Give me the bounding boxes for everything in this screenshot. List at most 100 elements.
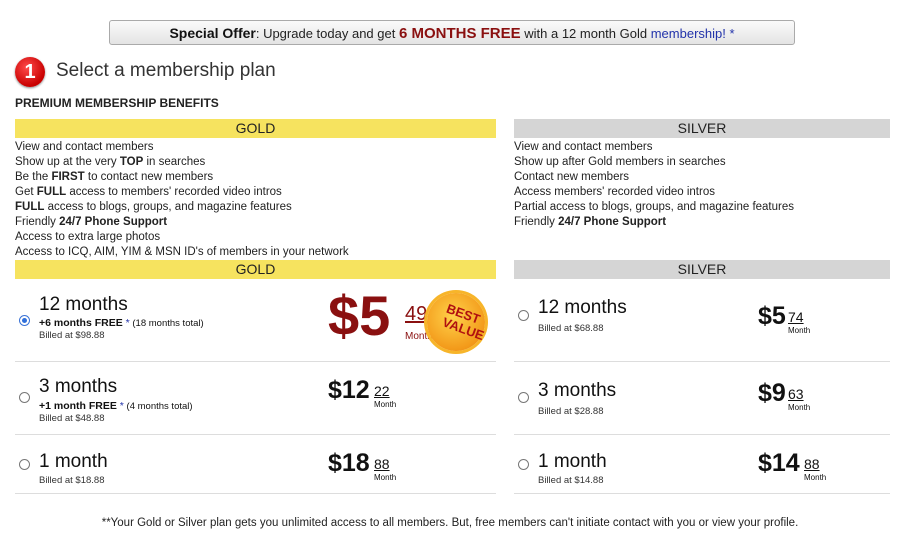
benefit-item: Friendly 24/7 Phone Support: [15, 215, 496, 230]
price-per: Month: [788, 326, 811, 335]
price-cents: 74: [788, 309, 804, 325]
billed-amount: Billed at $14.88: [538, 475, 604, 486]
benefit-item: View and contact members: [514, 140, 890, 155]
plan-duration: 12 months: [538, 297, 627, 318]
plan-radio[interactable]: [19, 392, 30, 403]
free-text: +1 month FREE: [39, 400, 117, 412]
gold-plan-12-months[interactable]: 12 months +6 months FREE * (18 months tot…: [15, 279, 496, 362]
special-offer-banner: Special Offer: Upgrade today and get 6 M…: [109, 20, 795, 45]
price-per: Month: [804, 473, 827, 482]
price-cents: 49: [405, 303, 428, 325]
plan-duration: 12 months: [39, 294, 128, 315]
benefit-item: Contact new members: [514, 170, 890, 185]
benefit-text: to contact new members: [84, 171, 214, 183]
benefit-text: View and contact members: [15, 141, 154, 153]
price-dollars: $18: [328, 449, 370, 477]
price-cents: 22: [374, 383, 390, 399]
benefit-text: access to blogs, groups, and magazine fe…: [44, 201, 292, 213]
benefit-emphasis: 24/7 Phone Support: [59, 216, 168, 228]
silver-plan-1-month[interactable]: 1 month Billed at $14.88 $14 88 Month: [514, 435, 890, 494]
plan-radio[interactable]: [518, 459, 529, 470]
benefits-title: PREMIUM MEMBERSHIP BENEFITS: [15, 96, 219, 110]
page-title: Select a membership plan: [56, 60, 276, 81]
free-text: +6 months FREE: [39, 317, 123, 329]
silver-benefits-list: View and contact members Show up after Go…: [514, 140, 890, 260]
benefit-text: in searches: [143, 156, 206, 168]
billed-amount: Billed at $48.88: [39, 413, 105, 424]
total-months: (18 months total): [129, 318, 204, 329]
plan-duration: 1 month: [39, 451, 108, 472]
offer-asterisk[interactable]: *: [726, 26, 734, 41]
benefit-text: Friendly: [514, 216, 559, 228]
plan-free-bonus: +1 month FREE * (4 months total): [39, 400, 193, 412]
billed-amount: Billed at $98.88: [39, 330, 105, 341]
benefit-text: Get: [15, 186, 37, 198]
price-cents: 63: [788, 386, 804, 402]
benefit-text: View and contact members: [514, 141, 653, 153]
benefit-emphasis: FULL: [15, 201, 45, 213]
free-asterisk[interactable]: *: [117, 400, 124, 412]
benefit-text: Be the: [15, 171, 52, 183]
benefit-item: Get FULL access to members' recorded vid…: [15, 185, 496, 200]
price-dollars: $14: [758, 449, 800, 477]
benefit-item: View and contact members: [15, 140, 496, 155]
benefit-text: Show up after Gold members in searches: [514, 156, 726, 168]
benefit-text: access to members' recorded video intros: [66, 186, 282, 198]
benefit-emphasis: FULL: [36, 186, 67, 198]
price-cents: 88: [804, 456, 820, 472]
plan-duration: 3 months: [39, 376, 118, 397]
price-dollars: $12: [328, 376, 370, 404]
benefit-text: Access to ICQ, AIM, YIM & MSN ID's of me…: [15, 246, 349, 258]
benefit-item: FULL access to blogs, groups, and magazi…: [15, 200, 496, 215]
benefit-item: Friendly 24/7 Phone Support: [514, 215, 890, 230]
price-dollars: $5: [328, 284, 391, 347]
benefit-text: Access to extra large photos: [15, 231, 161, 243]
plan-radio[interactable]: [19, 315, 30, 326]
plan-radio[interactable]: [19, 459, 30, 470]
plan-price: $9 63 Month: [758, 379, 810, 412]
plan-radio[interactable]: [518, 392, 529, 403]
membership-link[interactable]: membership!: [651, 26, 726, 41]
gold-benefits-header: GOLD: [15, 119, 496, 138]
benefit-item: Access to ICQ, AIM, YIM & MSN ID's of me…: [15, 245, 496, 260]
plan-free-bonus: +6 months FREE * (18 months total): [39, 317, 204, 329]
best-value-badge: BEST VALUE: [427, 293, 486, 351]
offer-text-2: with a 12 month Gold: [520, 26, 651, 41]
benefit-text: Access members' recorded video intros: [514, 186, 715, 198]
billed-amount: Billed at $28.88: [538, 406, 604, 417]
plan-price: $5 49 Month: [328, 283, 433, 348]
gold-benefits-list: View and contact members Show up at the v…: [15, 140, 496, 260]
gold-plans-header: GOLD: [15, 260, 496, 279]
plan-radio[interactable]: [518, 310, 529, 321]
plan-price: $5 74 Month: [758, 302, 810, 335]
plan-duration: 1 month: [538, 451, 607, 472]
step-number-badge: 1: [15, 57, 45, 87]
price-cents: 88: [374, 456, 390, 472]
plan-price: $14 88 Month: [758, 449, 826, 482]
benefit-item: Show up at the very TOP in searches: [15, 155, 496, 170]
price-dollars: $5: [758, 302, 786, 330]
plan-price: $12 22 Month: [328, 376, 396, 409]
silver-column: SILVER View and contact members Show up a…: [514, 119, 890, 494]
silver-plan-12-months[interactable]: 12 months Billed at $68.88 $5 74 Month: [514, 279, 890, 362]
free-asterisk[interactable]: *: [123, 317, 130, 329]
benefit-text: Contact new members: [514, 171, 630, 183]
plan-price: $18 88 Month: [328, 449, 396, 482]
offer-text-1: : Upgrade today and get: [255, 26, 399, 41]
gold-plan-1-month[interactable]: 1 month Billed at $18.88 $18 88 Month: [15, 435, 496, 494]
plan-duration: 3 months: [538, 380, 617, 401]
silver-plans-list: 12 months Billed at $68.88 $5 74 Month 3 mont…: [514, 279, 890, 494]
price-dollars: $9: [758, 379, 786, 407]
price-per: Month: [374, 473, 397, 482]
benefit-item: Partial access to blogs, groups, and mag…: [514, 200, 890, 215]
benefit-item: Access to extra large photos: [15, 230, 496, 245]
gold-plan-3-months[interactable]: 3 months +1 month FREE * (4 months total)…: [15, 362, 496, 435]
gold-column: GOLD View and contact members Show up at …: [15, 119, 496, 494]
benefit-emphasis: 24/7 Phone Support: [558, 216, 667, 228]
silver-plans-header: SILVER: [514, 260, 890, 279]
silver-benefits-header: SILVER: [514, 119, 890, 138]
benefit-emphasis: TOP: [119, 156, 144, 168]
silver-plan-3-months[interactable]: 3 months Billed at $28.88 $9 63 Month: [514, 362, 890, 435]
offer-label: Special Offer: [169, 25, 256, 41]
price-per: Month: [374, 400, 397, 409]
